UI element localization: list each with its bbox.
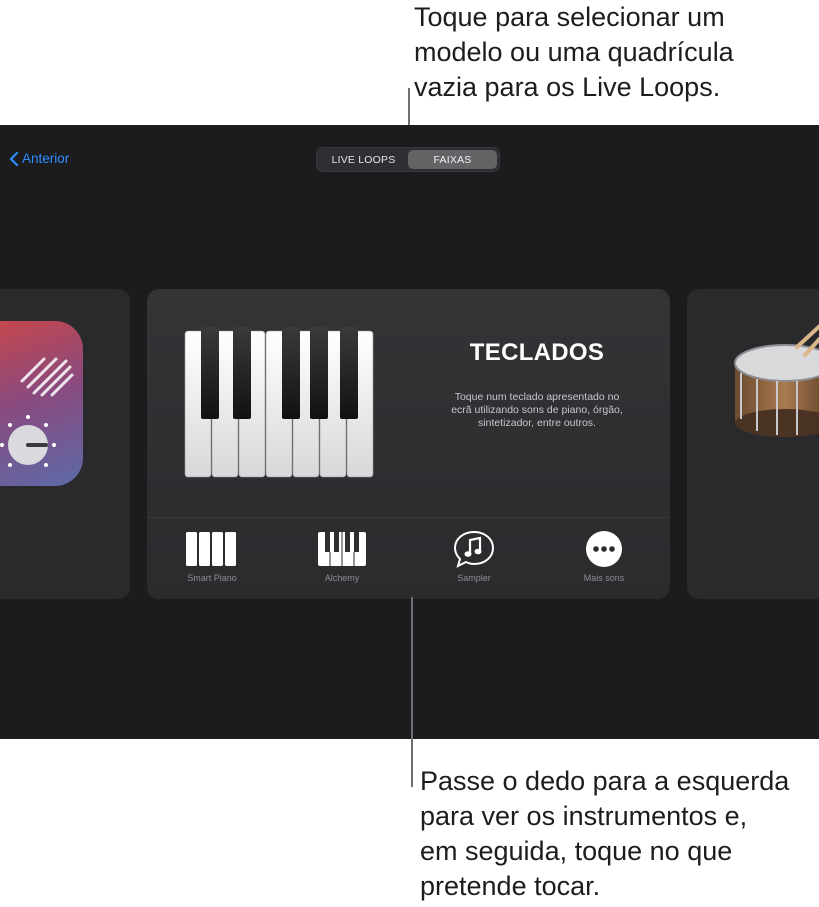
sampler-music-note-icon xyxy=(453,530,495,568)
option-sampler[interactable]: Sampler xyxy=(429,529,519,583)
option-smart-piano[interactable]: Smart Piano xyxy=(167,529,257,583)
callout-bottom-line-3: em seguida, toque no que xyxy=(420,836,733,866)
back-button[interactable]: Anterior xyxy=(9,151,69,166)
drum-illustration xyxy=(734,323,819,437)
callout-top-line-2: modelo ou uma quadrícula xyxy=(414,37,734,67)
option-smart-piano-label: Smart Piano xyxy=(187,573,237,583)
card-title: TECLADOS xyxy=(469,339,605,366)
segment-faixas[interactable]: FAIXAS xyxy=(408,150,497,169)
segment-live-loops[interactable]: LIVE LOOPS xyxy=(319,150,408,169)
instrument-card-next[interactable] xyxy=(687,289,819,599)
option-alchemy-label: Alchemy xyxy=(324,573,360,583)
piano-keys-illustration xyxy=(184,327,374,478)
chevron-left-icon xyxy=(9,151,19,166)
alchemy-keyboard-icon xyxy=(318,532,366,566)
option-more-sounds[interactable]: Mais sons xyxy=(559,529,649,583)
callout-bottom-leader-line xyxy=(411,597,413,787)
callout-bottom-line-2: para ver os instrumentos e, xyxy=(420,801,748,831)
card-description-line-2: ecrã utilizando sons de piano, órgão, xyxy=(451,404,623,416)
card-description-line-1: Toque num teclado apresentado no xyxy=(454,391,620,403)
drummer-app-icon xyxy=(0,321,83,486)
option-more-sounds-label: Mais sons xyxy=(583,573,625,583)
option-sampler-label: Sampler xyxy=(457,573,491,583)
keyboard-options: Smart Piano Alchemy Sampler Mais sons xyxy=(147,529,670,589)
callout-top: Toque para selecionar um modelo ou uma q… xyxy=(414,0,814,105)
mode-segmented-control: LIVE LOOPS FAIXAS xyxy=(316,147,500,172)
app-screen: Anterior LIVE LOOPS FAIXAS TECLADOS Toqu… xyxy=(0,125,819,739)
back-button-label: Anterior xyxy=(22,151,70,166)
callout-top-line-1: Toque para selecionar um xyxy=(414,2,725,32)
callout-bottom-line-4: pretende tocar. xyxy=(420,871,601,901)
callout-bottom-line-1: Passe o dedo para a esquerda xyxy=(420,766,790,796)
callout-bottom: Passe o dedo para a esquerda para ver os… xyxy=(420,764,815,904)
instrument-card-keyboards[interactable]: TECLADOS Toque num teclado apresentado n… xyxy=(147,289,670,599)
more-ellipsis-icon xyxy=(586,531,622,567)
card-description-line-3: sintetizador, entre outros. xyxy=(478,417,596,429)
instrument-card-previous[interactable] xyxy=(0,289,130,599)
card-description: Toque num teclado apresentado no ecrã ut… xyxy=(417,391,657,430)
option-alchemy[interactable]: Alchemy xyxy=(297,529,387,583)
callout-top-line-3: vazia para os Live Loops. xyxy=(414,72,721,102)
smart-piano-icon xyxy=(186,532,236,566)
card-divider xyxy=(147,517,670,518)
